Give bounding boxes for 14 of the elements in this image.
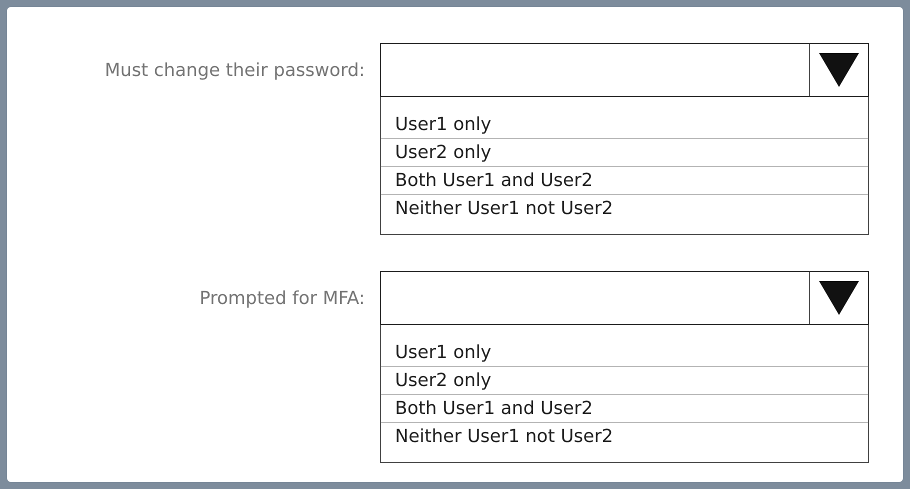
dropdown[interactable]	[380, 43, 869, 97]
dropdown-option[interactable]: User1 only	[381, 111, 868, 139]
dropdown-option[interactable]: User2 only	[381, 139, 868, 167]
dropdown[interactable]	[380, 271, 869, 325]
dropdown-option[interactable]: User2 only	[381, 367, 868, 395]
dropdown-option[interactable]: Both User1 and User2	[381, 395, 868, 423]
dropdown-arrow-icon[interactable]	[819, 53, 859, 87]
dropdown-option[interactable]: Neither User1 not User2	[381, 423, 868, 450]
question-label: Prompted for MFA:	[198, 288, 366, 309]
question-label: Must change their password:	[104, 60, 366, 81]
dropdown-option[interactable]: Both User1 and User2	[381, 167, 868, 195]
dropdown-option[interactable]: User1 only	[381, 339, 868, 367]
dropdown-arrow-icon[interactable]	[819, 281, 859, 315]
dropdown-option[interactable]: Neither User1 not User2	[381, 195, 868, 222]
